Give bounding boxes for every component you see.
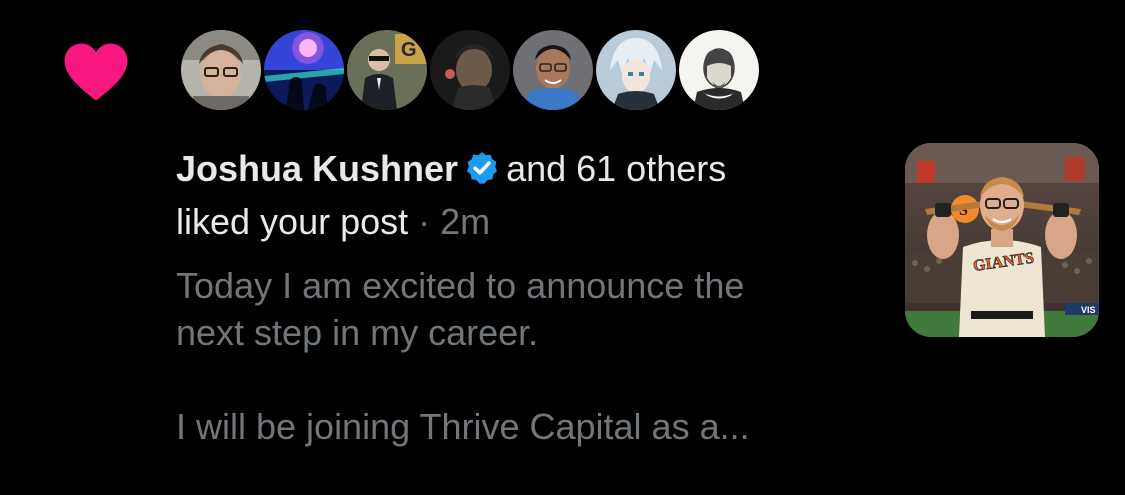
liker-name[interactable]: Joshua Kushner bbox=[176, 148, 458, 189]
post-preview-line: next step in my career. bbox=[176, 312, 539, 353]
avatar-shakespeare[interactable] bbox=[676, 27, 762, 113]
svg-text:G: G bbox=[401, 39, 417, 61]
avatar-glasses-man[interactable] bbox=[178, 27, 264, 113]
avatar-dark-portrait[interactable] bbox=[427, 27, 513, 113]
post-thumbnail[interactable]: VIS S GIANTS bbox=[905, 143, 1099, 337]
post-preview-line: I will be joining Thrive Capital as a... bbox=[176, 406, 750, 447]
avatar-smiling-man[interactable] bbox=[510, 27, 596, 113]
post-preview-line: Today I am excited to announce the bbox=[176, 265, 745, 306]
notification-action: liked your post · 2m bbox=[176, 199, 490, 245]
post-preview[interactable]: Today I am excited to announce the next … bbox=[176, 262, 876, 450]
avatar-suited-figure[interactable]: G bbox=[344, 27, 430, 113]
others-count[interactable]: and 61 others bbox=[506, 148, 726, 189]
svg-text:VIS: VIS bbox=[1081, 305, 1096, 315]
action-text: liked your post bbox=[176, 201, 409, 242]
avatar-neon-scene[interactable] bbox=[261, 27, 347, 113]
verified-badge-icon bbox=[467, 152, 498, 184]
heart-icon bbox=[64, 43, 128, 101]
separator-dot: · bbox=[418, 201, 431, 242]
notification-headline: Joshua Kushner and 61 others bbox=[176, 146, 726, 192]
avatar-anime-character[interactable] bbox=[593, 27, 679, 113]
timestamp: 2m bbox=[440, 201, 491, 242]
